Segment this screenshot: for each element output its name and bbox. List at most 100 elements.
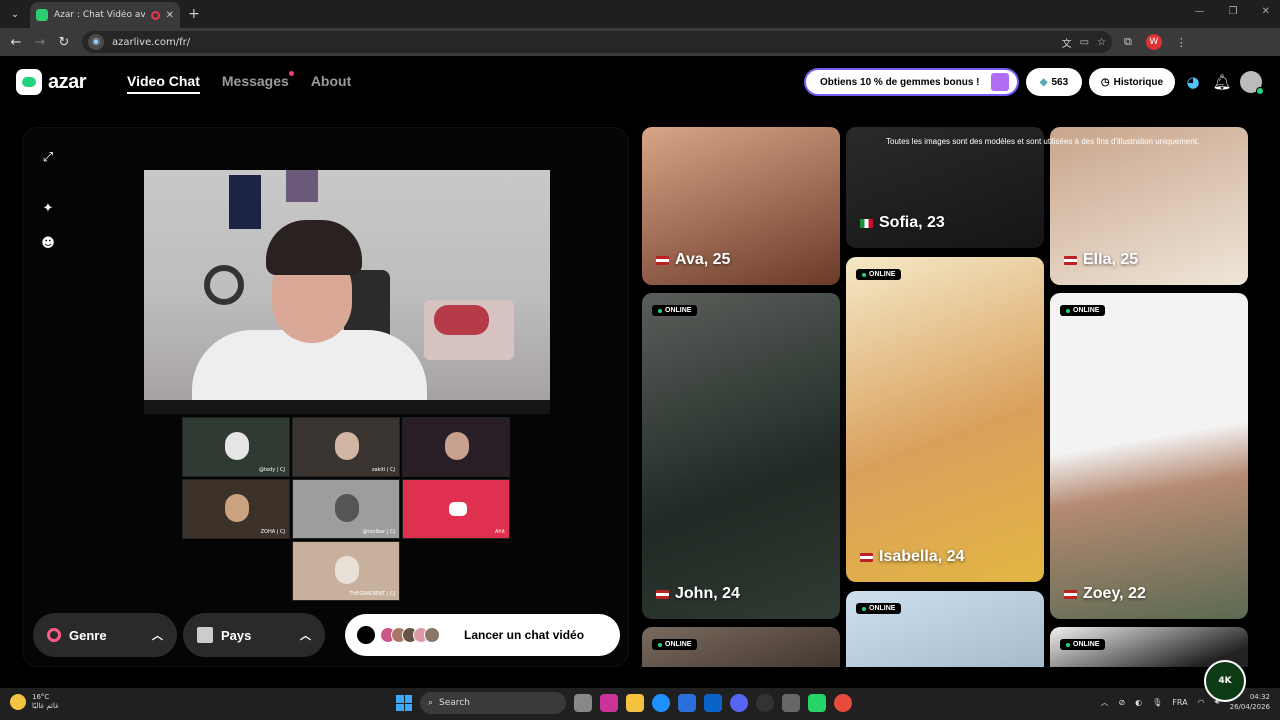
microphone-icon[interactable]: 🎙︎	[1152, 698, 1162, 707]
participant-avatar	[445, 432, 469, 460]
participant-tile[interactable]: ZOHA | CJ	[182, 479, 290, 539]
feed-toolbar	[144, 400, 550, 414]
network-off-icon[interactable]: ⊘	[1118, 698, 1125, 707]
cast-icon[interactable]: ▭	[1080, 37, 1089, 48]
online-label: ONLINE	[665, 307, 692, 314]
us-flag-icon	[656, 589, 669, 599]
start-video-chat-button[interactable]: Lancer un chat vidéo	[345, 614, 620, 656]
logo-text: azar	[48, 70, 87, 93]
edge-icon[interactable]	[652, 694, 670, 712]
language-indicator[interactable]: FRA	[1172, 698, 1187, 707]
gems-balance-button[interactable]: ◆ 563	[1026, 68, 1082, 96]
online-badge: ONLINE	[856, 269, 902, 280]
participant-avatar	[335, 556, 359, 584]
us-flag-icon	[1064, 589, 1077, 599]
profile-name-text: Ella, 25	[1083, 251, 1139, 268]
chrome-icon[interactable]	[834, 694, 852, 712]
profile-card-john[interactable]: ONLINE John, 24	[642, 293, 840, 619]
azar-favicon-icon	[36, 9, 48, 21]
user-avatar[interactable]	[1240, 71, 1264, 95]
history-button[interactable]: ◷ Historique	[1089, 68, 1175, 96]
participant-tile[interactable]: Ahit	[402, 479, 510, 539]
profile-avatar[interactable]: W	[1145, 34, 1162, 50]
settings-gear-icon[interactable]	[782, 694, 800, 712]
face-filter-icon[interactable]: ☻	[39, 234, 57, 252]
browser-tab[interactable]: Azar : Chat Vidéo avec de n ✕	[30, 2, 180, 28]
notification-bell-icon[interactable]: 🔔︎	[1211, 71, 1233, 93]
profile-name: Ava, 25	[656, 251, 730, 269]
task-view-icon[interactable]	[574, 694, 592, 712]
new-tab-button[interactable]: +	[188, 6, 200, 22]
whatsapp-icon[interactable]	[808, 694, 826, 712]
bookmark-star-icon[interactable]: ☆	[1097, 37, 1106, 48]
chevron-up-icon: ︿	[152, 630, 163, 642]
url-text[interactable]: azarlive.com/fr/	[112, 37, 190, 48]
header-actions: Obtiens 10 % de gemmes bonus ! ◆ 563 ◷ H…	[804, 68, 1264, 96]
outlook-icon[interactable]	[704, 694, 722, 712]
tray-chevron-up-icon[interactable]: ︿	[1100, 697, 1108, 708]
profile-card-ella[interactable]: Ella, 25	[1050, 127, 1248, 285]
participant-label: ZOHA | CJ	[260, 529, 285, 535]
participant-label: THEGRADIENT | CJ	[349, 591, 395, 597]
obs-icon[interactable]	[756, 694, 774, 712]
app-icon[interactable]	[600, 694, 618, 712]
online-badge: ONLINE	[652, 639, 698, 650]
chevron-up-icon: ︿	[300, 630, 311, 642]
country-filter-button[interactable]: Pays ︿	[183, 613, 325, 657]
forward-button[interactable]: →	[28, 35, 52, 50]
participant-tile[interactable]: @tedy | CJ	[182, 417, 290, 477]
participant-avatar	[335, 494, 359, 522]
translate-icon[interactable]: 文	[1062, 35, 1072, 50]
system-tray: ︿ ⊘ ◐ 🎙︎ FRA ◠ 🔊︎ 04:32 26/04/2026	[1100, 692, 1270, 712]
omnibox[interactable]: ◉ azarlive.com/fr/ 文 ▭ ☆	[82, 31, 1112, 53]
fullscreen-icon[interactable]: ⤢	[39, 148, 57, 166]
magic-wand-icon[interactable]: ✦	[39, 199, 57, 217]
reload-button[interactable]: ↻	[52, 35, 76, 50]
us-flag-icon	[1064, 255, 1077, 265]
profile-card[interactable]: ONLINE	[846, 591, 1044, 667]
restore-button[interactable]: ❐	[1229, 6, 1238, 17]
online-badge: ONLINE	[856, 603, 902, 614]
site-info-icon[interactable]: ◉	[88, 34, 104, 50]
store-icon[interactable]	[678, 694, 696, 712]
launch-label: Lancer un chat vidéo	[464, 628, 585, 642]
wall-poster	[229, 175, 261, 229]
profile-card-ava[interactable]: Ava, 25	[642, 127, 840, 285]
chat-bubble-icon[interactable]: ◕	[1182, 71, 1204, 93]
tab-search-chevron-icon[interactable]: ⌄	[4, 3, 26, 25]
participant-tile[interactable]: zakiti | CJ	[292, 417, 400, 477]
windows-start-icon[interactable]	[396, 695, 412, 711]
file-explorer-icon[interactable]	[626, 694, 644, 712]
person-hair	[266, 220, 362, 275]
taskbar-search[interactable]: ⌕ Search	[420, 692, 566, 714]
extensions-icon[interactable]: ⧉	[1124, 35, 1132, 49]
wifi-icon[interactable]: ◠	[1198, 698, 1205, 707]
nav-messages[interactable]: Messages	[222, 71, 294, 94]
azar-logo[interactable]: azar	[16, 69, 87, 95]
us-flag-icon	[860, 552, 873, 562]
gem-bonus-button[interactable]: Obtiens 10 % de gemmes bonus !	[804, 68, 1019, 96]
nav-video-chat[interactable]: Video Chat	[127, 73, 200, 94]
weather-widget[interactable]: 16°C غائم غالبًا	[10, 693, 59, 711]
participant-tile[interactable]: THEGRADIENT | CJ	[292, 541, 400, 601]
profile-card-isabella[interactable]: ONLINE Isabella, 24	[846, 257, 1044, 582]
tab-close-icon[interactable]: ✕	[166, 10, 174, 21]
profile-card-zoey[interactable]: ONLINE Zoey, 22	[1050, 293, 1248, 619]
profile-name-text: Sofia, 23	[879, 214, 945, 231]
tray-app-icon[interactable]: ◐	[1135, 698, 1142, 707]
close-window-button[interactable]: ✕	[1262, 6, 1270, 17]
profile-name-text: John, 24	[675, 585, 740, 602]
nav-about[interactable]: About	[311, 73, 351, 94]
back-button[interactable]: ←	[4, 35, 28, 50]
clock-icon: ◷	[1100, 76, 1110, 88]
browser-menu-icon[interactable]: ⋮	[1176, 36, 1187, 49]
gender-filter-button[interactable]: Genre ︿	[33, 613, 177, 657]
discord-icon[interactable]	[730, 694, 748, 712]
extensions-area: ⧉ W ⋮	[1124, 34, 1187, 50]
minimize-button[interactable]: —	[1195, 6, 1205, 17]
participant-tile[interactable]: @toolbar | CJ	[292, 479, 400, 539]
online-badge: ONLINE	[1060, 639, 1106, 650]
profile-card[interactable]: ONLINE	[642, 627, 840, 667]
participant-tile[interactable]	[402, 417, 510, 477]
pillow	[434, 305, 489, 335]
